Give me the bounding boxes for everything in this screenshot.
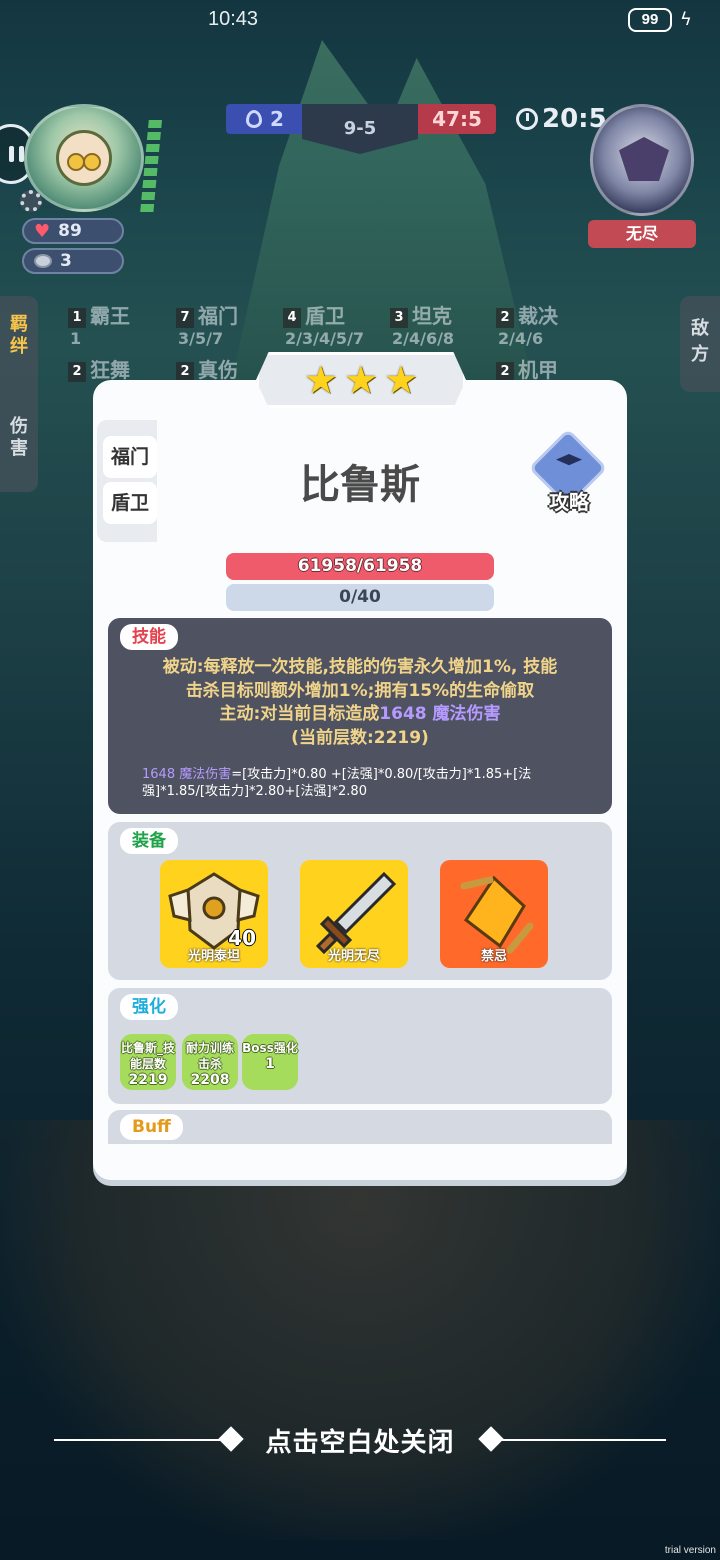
enhance-chip[interactable]: 耐力训练击杀 2208 bbox=[182, 1034, 238, 1090]
side-tabs-left: 羁绊 伤害 bbox=[0, 296, 38, 492]
hero-name: 比鲁斯 bbox=[300, 462, 420, 508]
enhance-section: 强化 比鲁斯_技能层数 2219 耐力训练击杀 2208 Boss强化 1 bbox=[108, 988, 612, 1104]
enemy-avatar[interactable] bbox=[590, 104, 694, 216]
battery-icon: 99 bbox=[628, 8, 672, 32]
player-hp: ♥ 89 bbox=[22, 218, 124, 244]
equipment-item[interactable]: 光明无尽 bbox=[300, 860, 408, 968]
enemy-name: 无尽 bbox=[588, 220, 696, 248]
trait-item[interactable]: 4 盾卫 2/3/4/5/7 bbox=[283, 300, 364, 348]
tab-enemy[interactable]: 敌方 bbox=[680, 296, 720, 392]
mana-bar: 0/40 bbox=[226, 584, 494, 611]
star-icon: ★ bbox=[303, 358, 338, 402]
buff-section: Buff bbox=[108, 1110, 612, 1144]
trait-tag[interactable]: 福门 bbox=[103, 436, 157, 478]
hint-divider-right bbox=[500, 1439, 666, 1441]
enhance-chip[interactable]: 比鲁斯_技能层数 2219 bbox=[120, 1034, 176, 1090]
trait-item[interactable]: 2 狂舞 bbox=[68, 354, 130, 383]
item-name: 光明无尽 bbox=[327, 949, 380, 964]
skill-description: 被动:每释放一次技能,技能的伤害永久增加1%, 技能 击杀目标则额外增加1%;拥… bbox=[162, 657, 558, 748]
clock-icon bbox=[516, 108, 538, 130]
skill-tag: 技能 bbox=[120, 624, 178, 650]
guide-label: 攻略 bbox=[549, 490, 589, 514]
equipment-item[interactable]: 40 光明泰坦 bbox=[160, 860, 268, 968]
trait-item[interactable]: 7 福门 3/5/7 bbox=[176, 300, 238, 348]
star-icon: ★ bbox=[343, 358, 379, 402]
tab-damage[interactable]: 伤害 bbox=[8, 416, 30, 460]
skill-section: 技能 被动:每释放一次技能,技能的伤害永久增加1%, 技能 击杀目标则额外增加1… bbox=[108, 618, 612, 814]
trait-item[interactable]: 1 霸王 1 bbox=[68, 300, 130, 348]
enhance-chip[interactable]: Boss强化 1 bbox=[242, 1034, 298, 1090]
skill-formula: 1648 魔法伤害=[攻击力]*0.80 +[法强]*0.80/[攻击力]*1.… bbox=[142, 767, 532, 799]
player-gold: 3 bbox=[22, 248, 124, 274]
equipment-tag: 装备 bbox=[120, 828, 178, 854]
background-island bbox=[0, 1120, 720, 1540]
item-name: 光明泰坦 bbox=[187, 949, 240, 964]
status-time: 10:43 bbox=[208, 8, 259, 30]
buff-tag: Buff bbox=[120, 1114, 183, 1140]
guide-button[interactable]: 攻略 bbox=[528, 428, 610, 516]
watermark: trial version bbox=[664, 1545, 716, 1556]
star-rating: ★ ★ ★ bbox=[256, 352, 466, 408]
water-drop-icon bbox=[246, 110, 263, 128]
round-timer: 20:5 bbox=[516, 104, 607, 134]
equipment-item[interactable]: 禁忌 bbox=[440, 860, 548, 968]
trait-item[interactable]: 2 真伤 bbox=[176, 354, 238, 383]
trait-item[interactable]: 3 坦克 2/4/6/8 bbox=[390, 300, 454, 348]
charging-icon: ϟ bbox=[680, 9, 692, 30]
blue-team-score: 2 bbox=[226, 104, 304, 134]
tab-traits[interactable]: 羁绊 bbox=[8, 314, 30, 358]
equipment-section: 装备 40 光明泰坦 光明无尽 禁忌 bbox=[108, 822, 612, 980]
trait-item[interactable]: 2 机甲 bbox=[496, 354, 558, 383]
item-name: 禁忌 bbox=[480, 949, 507, 964]
gear-icon[interactable] bbox=[20, 190, 42, 212]
enhance-tag: 强化 bbox=[120, 994, 178, 1020]
red-team-score: 47:5 bbox=[418, 104, 496, 134]
player-avatar[interactable] bbox=[24, 104, 144, 212]
hero-trait-tags: 福门 盾卫 bbox=[97, 420, 157, 542]
coin-icon bbox=[34, 254, 52, 268]
trait-item[interactable]: 2 裁决 2/4/6 bbox=[496, 300, 558, 348]
star-icon: ★ bbox=[384, 358, 419, 402]
hp-bar: 61958/61958 bbox=[226, 553, 494, 580]
avatar-face bbox=[56, 130, 112, 186]
trait-tag[interactable]: 盾卫 bbox=[103, 482, 157, 524]
heart-icon: ♥ bbox=[34, 220, 51, 242]
